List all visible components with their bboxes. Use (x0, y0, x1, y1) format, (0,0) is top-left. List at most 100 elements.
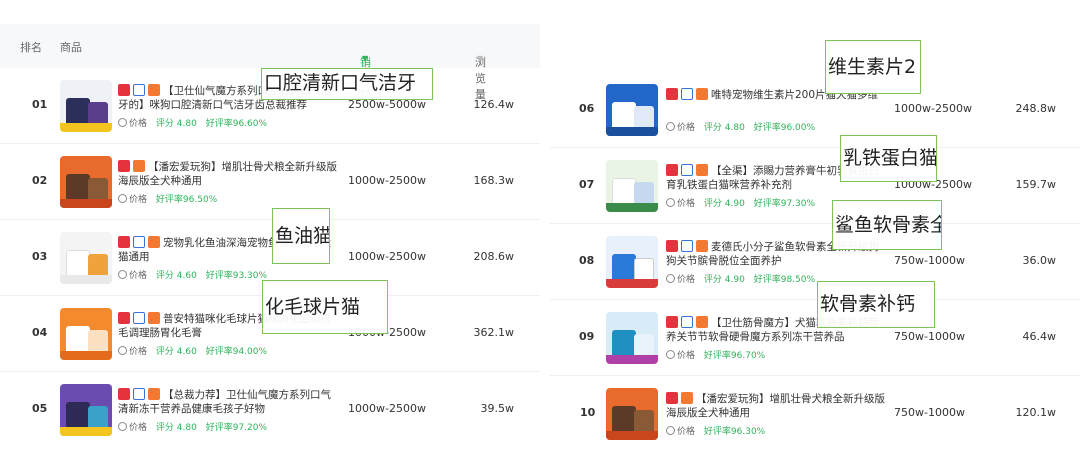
price-icon (666, 198, 675, 207)
ranking-panel-right: 06 唯特宠物维生素片200片猫犬猫多维 价格 评分 4.80 好评率96.00… (550, 0, 1080, 452)
sales-range: 1000w-2500w (348, 250, 426, 263)
table-row[interactable]: 05 【总裁力荐】卫仕仙气魔方系列口气清新冻干营养品健康毛孩子好物 价格 评分 … (0, 372, 540, 448)
vip-tag-icon (681, 88, 693, 100)
sales-range: 1000w-2500w (894, 102, 972, 115)
view-count: 208.6w (473, 250, 515, 263)
rate-label: 好评率 (205, 347, 233, 357)
price-label: 价格 (677, 199, 696, 209)
sales-range: 750w-1000w (894, 406, 965, 419)
product-title[interactable]: 【潘宏爱玩狗】增肌壮骨犬粮全新升级版海辰版全犬种通用 (666, 392, 888, 420)
table-header: 排名 商品 销售额▼ 浏览量▼ (0, 24, 540, 101)
keyword-highlight-box: 口腔清新口气洁牙 (261, 68, 433, 100)
score-label: 评分 (155, 347, 174, 357)
rank-number: 10 (580, 406, 596, 419)
score-value: 4.80 (176, 423, 197, 433)
price-icon (666, 122, 675, 131)
product-thumbnail[interactable] (606, 388, 658, 440)
flag-tag-icon (148, 84, 160, 96)
caret-down-icon: ▼ (477, 54, 484, 63)
product-meta: 价格 好评率96.50% (118, 192, 340, 205)
view-count: 36.0w (1022, 254, 1057, 267)
product-thumbnail[interactable] (60, 308, 112, 360)
rate-value: 96.70% (730, 351, 766, 361)
flag-tag-icon (148, 388, 160, 400)
flag-tag-icon (148, 312, 160, 324)
keyword-highlight-box: 鱼油猫 (272, 208, 330, 264)
rank-number: 09 (579, 330, 595, 343)
view-count: 126.4w (473, 98, 515, 111)
table-row[interactable]: 06 唯特宠物维生素片200片猫犬猫多维 价格 评分 4.80 好评率96.00… (550, 72, 1080, 148)
price-label: 价格 (129, 195, 148, 205)
price-label: 价格 (129, 271, 148, 281)
table-row[interactable]: 07 【全渠】添賜力营养膏牛初乳铁蛋白育乳铁蛋白猫咪营养补充剂 价格 评分 4.… (550, 148, 1080, 224)
rate-value: 97.30% (780, 199, 816, 209)
view-count: 159.7w (1015, 178, 1057, 191)
rate-value: 96.50% (182, 195, 218, 205)
view-count: 120.1w (1015, 406, 1057, 419)
product-thumbnail[interactable] (60, 80, 112, 132)
product-meta: 价格 评分 4.60 好评率94.00% (118, 344, 340, 357)
product-thumbnail[interactable] (60, 156, 112, 208)
price-label: 价格 (677, 275, 696, 285)
store-tag-icon (118, 388, 130, 400)
table-row[interactable]: 02 【潘宏爱玩狗】增肌壮骨犬粮全新升级版海辰版全犬种通用 价格 好评率96.5… (0, 144, 540, 220)
header-rank: 排名 (20, 41, 42, 54)
product-thumbnail[interactable] (606, 312, 658, 364)
rank-number: 05 (32, 402, 48, 415)
rate-label: 好评率 (155, 195, 183, 205)
product-thumbnail[interactable] (606, 160, 658, 212)
vip-tag-icon (133, 312, 145, 324)
rank-number: 03 (32, 250, 48, 263)
rank-number: 08 (579, 254, 595, 267)
view-count: 362.1w (473, 326, 515, 339)
store-tag-icon (666, 240, 678, 252)
product-title[interactable]: 【总裁力荐】卫仕仙气魔方系列口气清新冻干营养品健康毛孩子好物 (118, 388, 340, 416)
product-meta: 价格 评分 4.80 好评率97.20% (118, 420, 340, 433)
price-icon (666, 274, 675, 283)
score-value: 4.60 (176, 347, 197, 357)
product-meta: 价格 好评率96.30% (666, 424, 888, 437)
price-label: 价格 (129, 347, 148, 357)
keyword-highlight-box: 维生素片2 (825, 40, 921, 94)
table-row[interactable]: 09 【卫仕筋骨魔方】犬猫软骨素补钙营养关节节软骨硬骨魔方系列冻干营养品 价格 … (550, 300, 1080, 376)
price-label: 价格 (129, 119, 148, 129)
view-count: 168.3w (473, 174, 515, 187)
score-value: 4.80 (724, 123, 745, 133)
score-value: 4.80 (176, 119, 197, 129)
store-tag-icon (666, 392, 678, 404)
store-tag-icon (118, 236, 130, 248)
flag-tag-icon (133, 160, 145, 172)
caret-down-icon: ▼ (362, 54, 369, 63)
rank-number: 04 (32, 326, 48, 339)
product-title[interactable]: 【潘宏爱玩狗】增肌壮骨犬粮全新升级版海辰版全犬种通用 (118, 160, 340, 188)
price-label: 价格 (129, 423, 148, 433)
product-thumbnail[interactable] (606, 236, 658, 288)
product-meta: 价格 评分 4.80 好评率96.60% (118, 116, 340, 129)
store-tag-icon (118, 84, 130, 96)
table-row[interactable]: 08 麦德氏小分子鲨鱼软骨素全新升级狗狗关节髌骨脱位全面养护 价格 评分 4.9… (550, 224, 1080, 300)
rate-label: 好评率 (703, 351, 731, 361)
product-thumbnail[interactable] (60, 384, 112, 436)
flag-tag-icon (696, 164, 708, 176)
flag-tag-icon (696, 316, 708, 328)
price-icon (118, 118, 127, 127)
keyword-highlight-box: 鲨鱼软骨素全 (832, 200, 942, 250)
sales-range: 1000w-2500w (348, 174, 426, 187)
table-row[interactable]: 10 【潘宏爱玩狗】增肌壮骨犬粮全新升级版海辰版全犬种通用 价格 好评率96.3… (550, 376, 1080, 452)
score-label: 评分 (703, 123, 722, 133)
product-thumbnail[interactable] (606, 84, 658, 136)
sales-range: 750w-1000w (894, 330, 965, 343)
price-label: 价格 (677, 123, 696, 133)
rank-number: 02 (32, 174, 48, 187)
rank-number: 01 (32, 98, 48, 111)
price-icon (666, 426, 675, 435)
rate-label: 好评率 (205, 119, 233, 129)
rate-label: 好评率 (753, 275, 781, 285)
vip-tag-icon (133, 236, 145, 248)
rate-value: 98.50% (780, 275, 816, 285)
product-thumbnail[interactable] (60, 232, 112, 284)
score-label: 评分 (155, 423, 174, 433)
vip-tag-icon (133, 84, 145, 96)
flag-tag-icon (681, 392, 693, 404)
rate-value: 97.20% (232, 423, 268, 433)
